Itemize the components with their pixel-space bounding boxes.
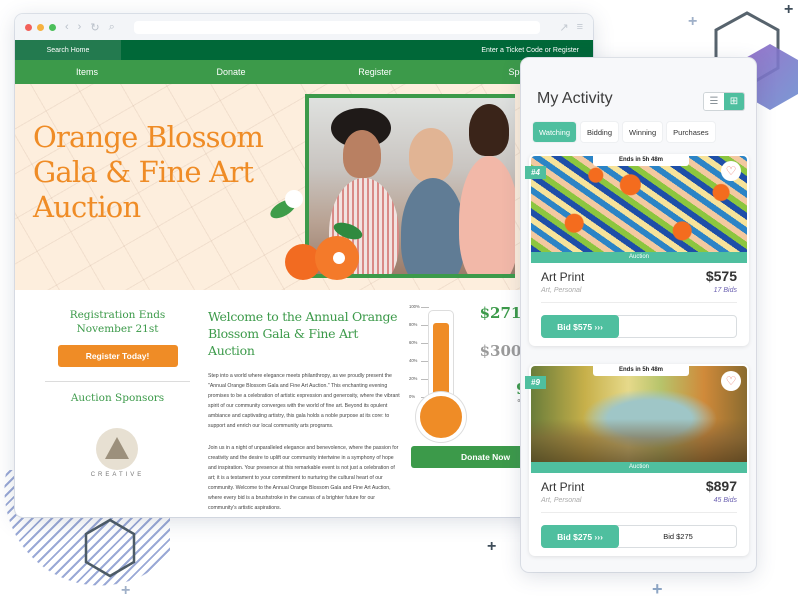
nav-item-items[interactable]: Items — [15, 67, 159, 77]
bid-count: 17 Bids — [713, 287, 737, 294]
address-bar[interactable] — [133, 20, 541, 34]
item-category: Art, Personal — [541, 497, 582, 504]
maximize-window-dot[interactable] — [49, 23, 56, 31]
bid-button[interactable]: Bid $275 ››› — [541, 525, 619, 548]
registration-ends-line1: Registration Ends — [69, 309, 166, 321]
bid-count: 45 Bids — [713, 497, 737, 504]
item-price: $897 — [705, 478, 737, 494]
search-icon[interactable]: ⌕ — [109, 21, 115, 34]
item-type-label: Auction — [531, 462, 747, 473]
thermometer-bulb — [416, 392, 466, 442]
ticket-code-link[interactable]: Enter a Ticket Code or Register — [481, 47, 593, 54]
activity-tabs: Watching Bidding Winning Purchases — [533, 122, 715, 142]
divider — [541, 302, 737, 303]
list-view-icon[interactable]: ☰ — [704, 93, 724, 110]
heart-icon[interactable]: ♡ — [721, 161, 741, 181]
view-toggle: ☰ ⊞ — [703, 92, 745, 111]
my-activity-panel: My Activity ☰ ⊞ Watching Bidding Winning… — [521, 58, 756, 572]
lot-number-badge: #4 — [525, 166, 546, 179]
welcome-paragraph-2: Join us in a night of unparalleled elega… — [208, 445, 399, 511]
decorative-plus: + — [688, 13, 698, 30]
bid-control: Bid $275 ››› — [541, 525, 737, 548]
photo-person-3 — [469, 104, 509, 156]
close-window-dot[interactable] — [25, 23, 32, 31]
donate-now-button[interactable]: Donate Now — [411, 446, 531, 468]
minimize-window-dot[interactable] — [37, 23, 44, 31]
sponsor-logo[interactable] — [88, 418, 148, 478]
tab-winning[interactable]: Winning — [623, 122, 663, 142]
photo-person-2 — [409, 128, 453, 182]
tick-label: 40% — [409, 358, 429, 363]
registration-column: Registration Ends November 21st Register… — [45, 308, 190, 478]
item-price: $575 — [705, 268, 737, 284]
browser-window: ‹ › ↻ ⌕ ↗ ≡ Search Home Enter a Ticket C… — [15, 14, 593, 517]
photo-shirt-3 — [459, 156, 515, 274]
decorative-plus: + — [784, 1, 794, 18]
bid-control: Bid $575 ››› — [541, 315, 737, 338]
hero-banner: Orange Blossom Gala & Fine Art Auction — [15, 84, 593, 290]
panel-title: My Activity — [537, 90, 613, 107]
item-image[interactable] — [531, 366, 747, 462]
tick-label: 20% — [409, 376, 429, 381]
photo-person-1 — [343, 130, 381, 178]
expand-icon[interactable]: ↗ — [559, 21, 568, 34]
auction-item-card[interactable]: Ends in 5h 48m #4 ♡ Auction Art Print $5… — [525, 154, 749, 346]
welcome-column: Welcome to the Annual Orange Blossom Gal… — [208, 308, 403, 513]
browser-toolbar: ‹ › ↻ ⌕ ↗ ≡ — [15, 14, 593, 40]
item-name[interactable]: Art Print — [541, 270, 584, 284]
tab-purchases[interactable]: Purchases — [667, 122, 715, 142]
lot-number-badge: #9 — [525, 376, 546, 389]
auction-item-card[interactable]: Ends in 5h 48m #9 ♡ Auction Art Print $8… — [525, 364, 749, 556]
bid-amount-input[interactable] — [620, 316, 736, 337]
tab-bidding[interactable]: Bidding — [581, 122, 619, 142]
forward-icon[interactable]: › — [78, 21, 82, 33]
divider — [45, 381, 190, 382]
time-remaining-badge: Ends in 5h 48m — [593, 364, 689, 376]
registration-ends-heading: Registration Ends November 21st — [45, 308, 190, 336]
decorative-plus: + — [121, 582, 131, 599]
sponsor-logo-a-mark — [104, 437, 129, 459]
sponsors-heading: Auction Sponsors — [70, 392, 165, 404]
divider — [541, 512, 737, 513]
welcome-heading: Welcome to the Annual Orange Blossom Gal… — [208, 309, 398, 358]
heart-icon[interactable]: ♡ — [721, 371, 741, 391]
decorative-plus: + — [652, 579, 663, 599]
item-name[interactable]: Art Print — [541, 480, 584, 494]
decorative-plus: + — [487, 538, 497, 555]
item-category: Art, Personal — [541, 287, 582, 294]
site-topbar: Search Home Enter a Ticket Code or Regis… — [15, 40, 593, 60]
nav-item-register[interactable]: Register — [303, 67, 447, 77]
blossom-flower — [287, 192, 301, 206]
tick-label: 60% — [409, 340, 429, 345]
main-nav: Items Donate Register Spon — [15, 60, 593, 84]
photo-shirt-2 — [401, 178, 465, 274]
bid-button[interactable]: Bid $575 ››› — [541, 315, 619, 338]
welcome-paragraph-1: Step into a world where elegance meets p… — [208, 373, 400, 429]
bid-amount-input[interactable] — [620, 526, 736, 547]
menu-icon[interactable]: ≡ — [577, 21, 583, 34]
blossom-flower — [333, 252, 345, 264]
grid-view-icon[interactable]: ⊞ — [724, 93, 744, 110]
register-today-button[interactable]: Register Today! — [57, 345, 178, 367]
page-content: Registration Ends November 21st Register… — [15, 290, 593, 517]
tick-label: 100% — [409, 304, 429, 309]
tab-watching[interactable]: Watching — [533, 122, 576, 142]
time-remaining-badge: Ends in 5h 48m — [593, 154, 689, 166]
decorative-hexagon-bottom — [84, 518, 136, 578]
event-title: Orange Blossom Gala & Fine Art Auction — [33, 120, 264, 224]
nav-item-donate[interactable]: Donate — [159, 67, 303, 77]
item-type-label: Auction — [531, 252, 747, 263]
refresh-icon[interactable]: ↻ — [90, 21, 99, 34]
search-home-link[interactable]: Search Home — [15, 40, 121, 60]
item-image[interactable] — [531, 156, 747, 252]
registration-ends-date: November 21st — [76, 323, 159, 335]
fundraising-thermometer: 100% 80% 60% 40% 20% 0% $271,3 achi $300… — [407, 304, 537, 504]
back-icon[interactable]: ‹ — [65, 21, 69, 33]
tick-label: 80% — [409, 322, 429, 327]
